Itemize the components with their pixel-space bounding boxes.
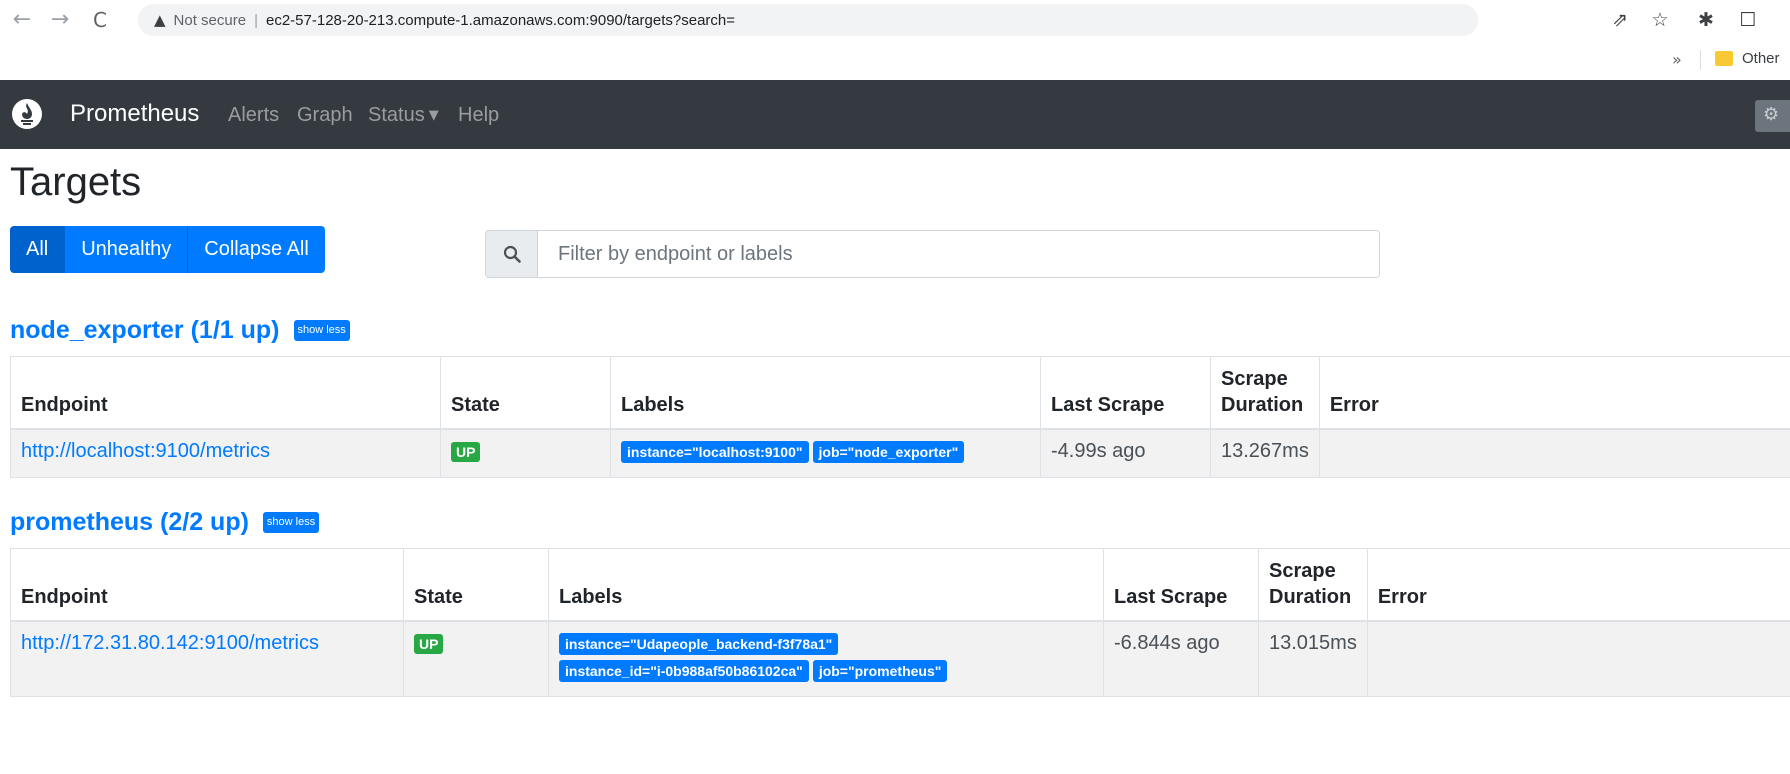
label-badge: instance="Udapeople_backend-f3f78a1" [559,632,839,655]
nav-status[interactable]: Status ▼ [368,104,439,127]
endpoint-link[interactable]: http://localhost:9100/metrics [21,440,270,462]
brand-link[interactable]: Prometheus [70,100,199,128]
nav-status-label: Status [368,104,425,126]
reload-icon[interactable]: C [86,6,114,34]
warning-icon[interactable]: ▲ [154,11,166,29]
folder-icon[interactable] [1715,51,1733,66]
last-scrape-value: -6.844s ago [1103,620,1259,697]
state-badge: UP [451,441,481,462]
scrape-duration-value: 13.267ms [1210,428,1320,478]
caret-down-icon: ▼ [428,108,439,123]
table-header-row: Endpoint State Labels Last Scrape Scrape… [10,548,1790,622]
collapse-all-button[interactable]: Collapse All [188,226,325,273]
targets-table-node-exporter: Endpoint State Labels Last Scrape Scrape… [10,356,1790,478]
side-panel-icon[interactable]: ☐ [1735,7,1761,33]
col-scrape-duration: Scrape Duration [1258,548,1368,622]
page-title: Targets [10,160,142,204]
col-duration-word: Duration [1269,585,1352,608]
col-state: State [440,356,611,430]
col-scrape-word: Scrape [1269,559,1336,582]
table-row: http://localhost:9100/metrics UP instanc… [10,428,1790,478]
col-labels: Labels [610,356,1041,430]
not-secure-label[interactable]: Not secure [174,12,247,29]
nav-help[interactable]: Help [458,104,499,127]
bookmarks-folder-other[interactable]: Other [1742,50,1780,67]
target-filter-buttons: All Unhealthy Collapse All [10,226,325,273]
label-badge: instance="localhost:9100" [621,440,809,463]
search-icon [486,231,538,277]
filter-unhealthy-button[interactable]: Unhealthy [65,226,189,273]
col-last-scrape: Last Scrape [1103,548,1259,622]
col-error: Error [1366,548,1790,622]
url-text[interactable]: ec2-57-128-20-213.compute-1.amazonaws.co… [266,12,735,29]
show-less-button[interactable]: show less [293,320,350,341]
col-duration-word: Duration [1221,393,1304,416]
label-badge: job="node_exporter" [812,440,965,463]
last-scrape-value: -4.99s ago [1040,428,1211,478]
bookmarks-divider [1700,50,1701,70]
filter-all-button[interactable]: All [10,226,66,273]
col-labels: Labels [548,548,1104,622]
col-scrape-duration: Scrape Duration [1210,356,1320,430]
error-value [1318,428,1790,478]
share-icon[interactable]: ⇗ [1607,7,1633,33]
col-last-scrape: Last Scrape [1040,356,1211,430]
pool-title-node-exporter[interactable]: node_exporter (1/1 up) [10,316,280,345]
search-input[interactable] [538,231,1379,277]
bookmark-star-icon[interactable]: ☆ [1647,7,1673,33]
nav-alerts[interactable]: Alerts [228,104,279,127]
label-badge: instance_id="i-0b988af50b86102ca" [559,659,809,682]
table-header-row: Endpoint State Labels Last Scrape Scrape… [10,356,1790,430]
bookmarks-more-icon[interactable]: » [1672,50,1682,69]
extensions-icon[interactable]: ✱ [1693,7,1719,33]
nav-graph[interactable]: Graph [297,104,353,127]
browser-toolbar: ← → C ▲ Not secure | ec2-57-128-20-213.c… [0,0,1790,40]
show-less-button[interactable]: show less [262,512,320,533]
pool-title-prometheus[interactable]: prometheus (2/2 up) [10,508,249,537]
theme-toggle[interactable]: ⚙ ☾ [1755,100,1790,132]
col-state: State [403,548,549,622]
pool-header-prometheus: prometheus (2/2 up) show less [10,508,320,537]
col-endpoint: Endpoint [10,548,404,622]
scrape-duration-value: 13.015ms [1258,620,1368,697]
gear-icon[interactable]: ⚙ [1763,104,1779,125]
endpoint-link[interactable]: http://172.31.80.142:9100/metrics [21,632,319,654]
error-value [1366,620,1790,697]
state-badge: UP [414,633,444,654]
targets-table-prometheus: Endpoint State Labels Last Scrape Scrape… [10,548,1790,697]
prometheus-logo-icon[interactable] [12,99,42,129]
label-badge: job="prometheus" [812,659,948,682]
search-group [485,230,1380,278]
back-icon[interactable]: ← [8,6,36,34]
col-error: Error [1318,356,1790,430]
prometheus-navbar: Prometheus Alerts Graph Status▼ Help ⚙ ☾ [0,80,1790,149]
col-scrape-word: Scrape [1221,367,1288,390]
col-endpoint: Endpoint [10,356,441,430]
pool-header-node-exporter: node_exporter (1/1 up) show less [10,316,350,345]
table-row: http://172.31.80.142:9100/metrics UP ins… [10,620,1790,697]
url-separator: | [254,11,258,29]
address-bar[interactable]: ▲ Not secure | ec2-57-128-20-213.compute… [138,4,1478,36]
bookmarks-bar: » Other [0,40,1790,80]
forward-icon[interactable]: → [46,6,74,34]
